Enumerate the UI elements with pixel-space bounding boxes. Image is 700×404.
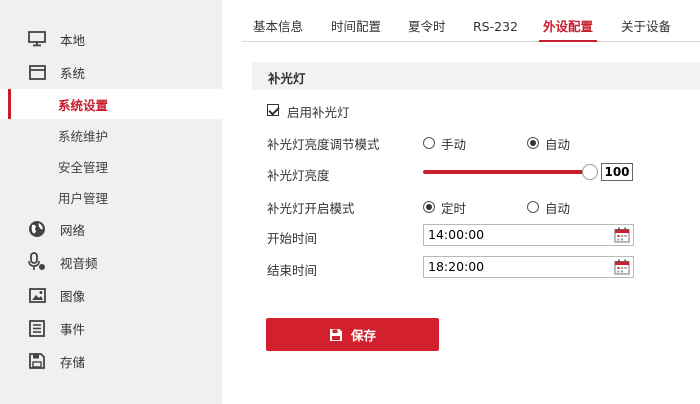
save-button[interactable]: 保存 <box>266 318 439 351</box>
tab-about-device[interactable]: 关于设备 <box>617 12 675 42</box>
sidebar-subitem-users[interactable]: 用户管理 <box>0 182 222 212</box>
sidebar-item-audio-video[interactable]: 视音频 <box>0 246 222 278</box>
start-time-input[interactable]: 14:00:00 <box>423 224 634 246</box>
sidebar-subitem-system-maintenance[interactable]: 系统维护 <box>0 120 222 150</box>
enable-light-label: 启用补光灯 <box>287 105 350 120</box>
microphone-icon <box>27 252 47 272</box>
tab-peripheral-config[interactable]: 外设配置 <box>539 12 598 42</box>
brightness-mode-manual-label: 手动 <box>441 137 467 152</box>
floppy-icon <box>329 328 343 342</box>
sidebar-subitem-system-settings[interactable]: 系统设置 <box>0 89 222 119</box>
tab-dst[interactable]: 夏令时 <box>404 12 450 42</box>
sidebar: 本地 系统 系统设置 系统维护 安全管理 用户管理 网络 视音频 图像 事件 存… <box>0 0 222 404</box>
tab-time-config[interactable]: 时间配置 <box>327 12 385 42</box>
sidebar-item-label: 网络 <box>60 222 86 238</box>
brightness-mode-label: 补光灯亮度调节模式 <box>267 137 380 152</box>
sidebar-subitem-label: 系统设置 <box>58 97 109 113</box>
brightness-slider-handle[interactable] <box>582 164 598 180</box>
monitor-icon <box>27 29 47 49</box>
start-time-label: 开始时间 <box>267 231 318 246</box>
window-icon <box>27 62 47 82</box>
open-mode-timer-radio[interactable] <box>423 201 435 213</box>
sidebar-subitem-label: 用户管理 <box>58 190 109 206</box>
brightness-mode-manual-radio[interactable] <box>423 137 435 149</box>
sidebar-item-label: 视音频 <box>60 255 98 271</box>
open-mode-timer-label: 定时 <box>441 201 467 216</box>
sidebar-item-label: 本地 <box>60 32 86 48</box>
tab-bar: 基本信息 时间配置 夏令时 RS-232 外设配置 关于设备 <box>242 12 700 42</box>
end-time-input[interactable]: 18:20:00 <box>423 256 634 278</box>
open-mode-auto-radio[interactable] <box>527 201 539 213</box>
save-button-label: 保存 <box>350 328 376 343</box>
sidebar-item-label: 系统 <box>60 65 86 81</box>
sidebar-subitem-label: 安全管理 <box>58 159 109 175</box>
section-title: 补光灯 <box>268 71 306 86</box>
brightness-slider-track[interactable] <box>423 170 590 174</box>
sidebar-item-event[interactable]: 事件 <box>0 312 222 344</box>
sidebar-item-storage[interactable]: 存储 <box>0 345 222 377</box>
list-icon <box>27 318 47 338</box>
sidebar-item-label: 事件 <box>60 321 86 337</box>
sidebar-item-network[interactable]: 网络 <box>0 213 222 245</box>
sidebar-item-local[interactable]: 本地 <box>0 23 222 55</box>
globe-icon <box>27 219 47 239</box>
sidebar-item-system[interactable]: 系统 <box>0 56 222 88</box>
calendar-icon[interactable] <box>614 259 630 275</box>
tab-rs232[interactable]: RS-232 <box>469 12 522 42</box>
image-icon <box>27 285 47 305</box>
sidebar-item-image[interactable]: 图像 <box>0 279 222 311</box>
tab-basic-info[interactable]: 基本信息 <box>249 12 307 42</box>
brightness-label: 补光灯亮度 <box>267 168 330 183</box>
floppy-icon <box>27 351 47 371</box>
brightness-mode-auto-label: 自动 <box>545 137 571 152</box>
sidebar-subitem-security[interactable]: 安全管理 <box>0 151 222 181</box>
enable-light-checkbox[interactable] <box>267 104 279 116</box>
sidebar-subitem-label: 系统维护 <box>58 128 109 144</box>
sidebar-item-label: 图像 <box>60 288 86 304</box>
section-header: 补光灯 <box>252 62 700 90</box>
brightness-value-input[interactable]: 100 <box>601 163 633 181</box>
sidebar-item-label: 存储 <box>60 354 86 370</box>
open-mode-auto-label: 自动 <box>545 201 571 216</box>
end-time-label: 结束时间 <box>267 263 318 278</box>
brightness-mode-auto-radio[interactable] <box>527 137 539 149</box>
open-mode-label: 补光灯开启模式 <box>267 201 355 216</box>
calendar-icon[interactable] <box>614 227 630 243</box>
